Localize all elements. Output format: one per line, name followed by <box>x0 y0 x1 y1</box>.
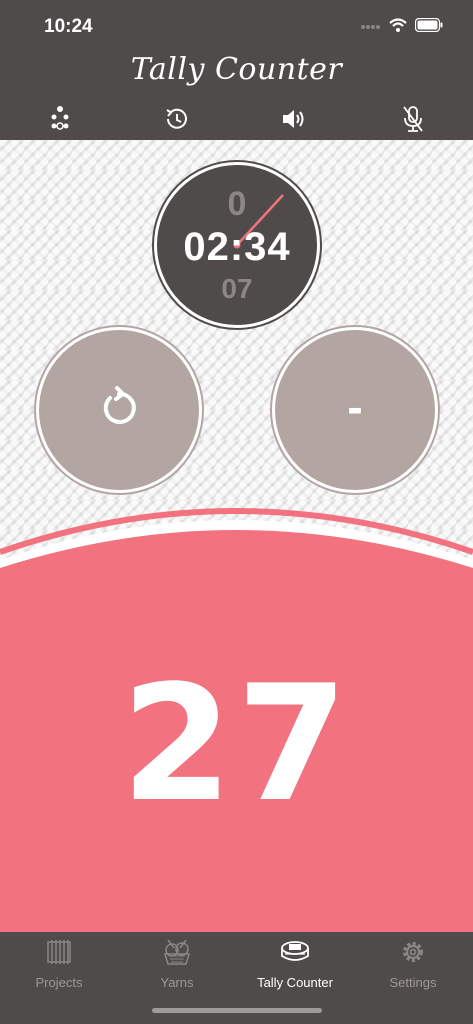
signal-icon <box>361 19 381 37</box>
tab-label: Tally Counter <box>257 975 333 990</box>
tally-counter-icon <box>280 938 310 971</box>
tab-label: Projects <box>35 975 83 990</box>
voice-button[interactable] <box>396 104 430 138</box>
counter-value: 27 <box>121 650 352 837</box>
history-icon <box>163 105 191 138</box>
dots-menu-icon <box>48 105 72 138</box>
decrement-button[interactable]: - <box>272 327 438 493</box>
stopwatch-time: 02:34 <box>183 225 291 269</box>
yarn-basket-icon <box>162 938 192 971</box>
gear-icon <box>399 938 427 971</box>
decrement-label: - <box>347 381 363 433</box>
home-indicator <box>152 1008 322 1013</box>
tab-projects[interactable]: Projects <box>0 938 118 994</box>
tab-label: Yarns <box>160 975 194 990</box>
speaker-icon <box>279 105 307 138</box>
dots-menu-button[interactable] <box>43 104 77 138</box>
stopwatch-bottom-value: 07 <box>221 273 253 304</box>
increment-area[interactable]: 27 <box>0 500 473 932</box>
sound-button[interactable] <box>276 104 310 138</box>
refresh-icon <box>97 385 141 435</box>
tab-settings[interactable]: Settings <box>354 938 472 994</box>
tab-yarns[interactable]: Yarns <box>118 938 236 994</box>
app-header: 10:24 Tally Counter <box>0 0 473 140</box>
tab-label: Settings <box>389 975 437 990</box>
wifi-icon <box>389 18 407 37</box>
status-time: 10:24 <box>44 16 93 37</box>
status-icons <box>361 17 443 37</box>
battery-icon <box>414 17 443 37</box>
microphone-off-icon <box>399 104 427 139</box>
stopwatch[interactable]: 0 02:34 07 <box>154 162 320 328</box>
stopwatch-top-value: 0 <box>227 185 247 223</box>
toolbar <box>0 104 473 138</box>
history-button[interactable] <box>160 104 194 138</box>
reset-button[interactable] <box>36 327 202 493</box>
knitting-needles-icon <box>45 938 73 971</box>
page-title: Tally Counter <box>130 52 343 87</box>
tab-tally-counter[interactable]: Tally Counter <box>236 938 354 994</box>
